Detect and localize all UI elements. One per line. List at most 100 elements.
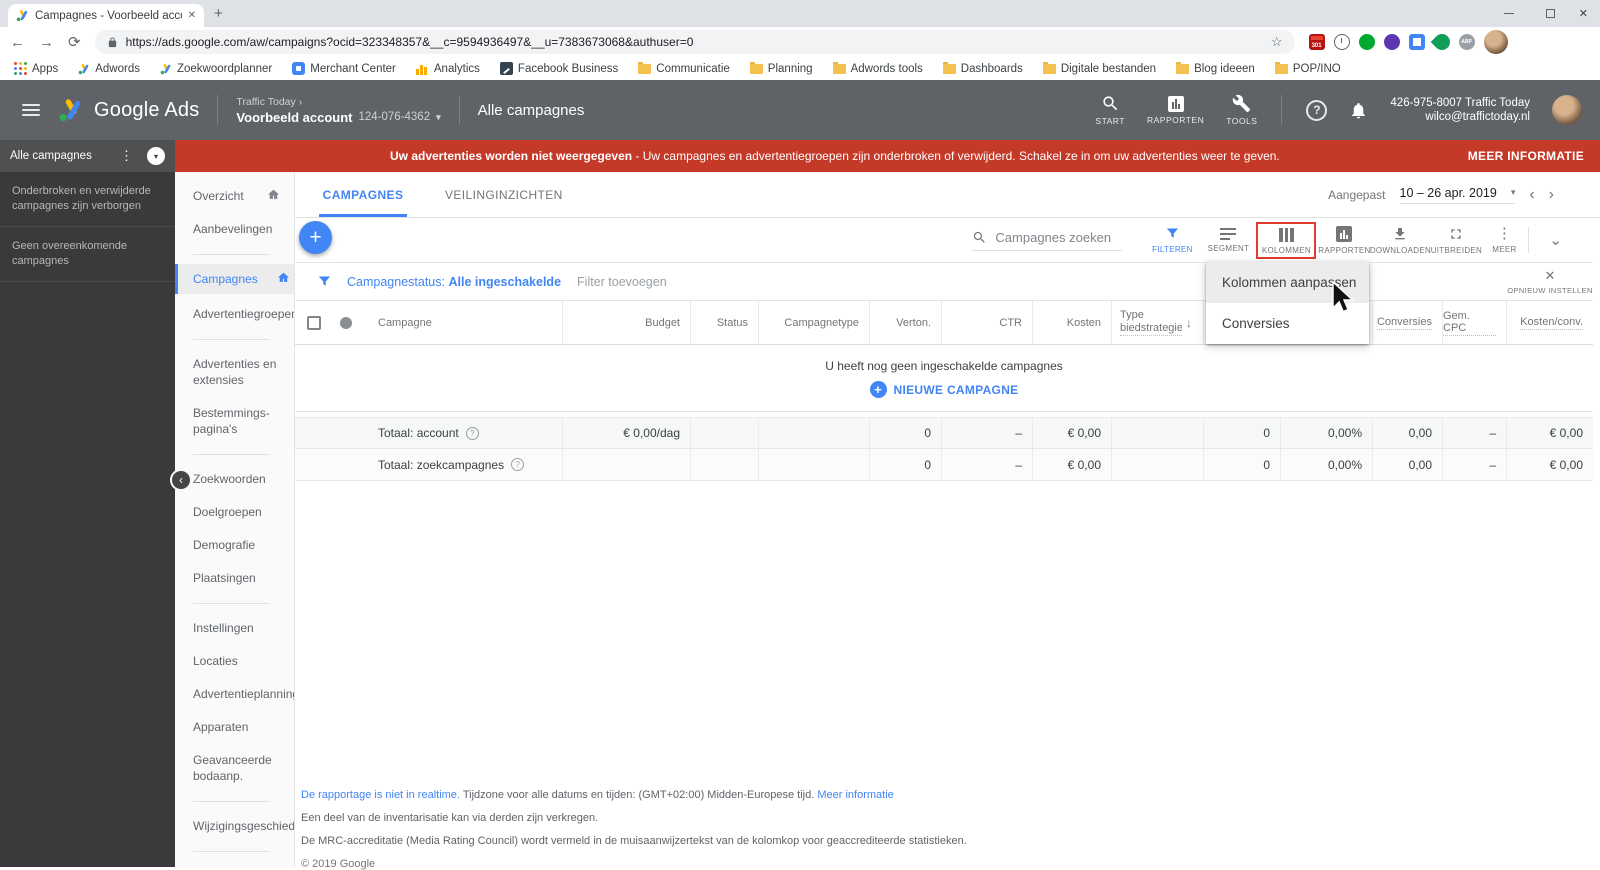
sidebar-item-zoekwoorden[interactable]: Zoekwoorden [193,471,288,487]
add-filter-button[interactable]: Filter toevoegen [577,275,667,289]
header-kosten[interactable]: Kosten [1032,301,1111,344]
notifications-bell-icon[interactable] [1349,101,1368,120]
bookmark-analytics[interactable]: Analytics [415,62,480,75]
sidebar-item-wijzigingsgeschiedenis[interactable]: Wijzigingsgeschieden [193,818,294,834]
purple-extension-icon[interactable] [1383,34,1400,50]
header-vertoningen[interactable]: Verton. [869,301,941,344]
sidebar-item-bestemmingspaginas[interactable]: Bestemmings-pagina's [193,405,288,437]
header-kosten-conv[interactable]: Kosten/conv. [1506,301,1593,344]
hamburger-menu-icon[interactable] [22,104,40,116]
date-next-icon[interactable]: › [1549,186,1554,204]
panel-more-icon[interactable]: ⋮ [120,148,133,164]
adblock-extension-icon[interactable]: ABP [1458,34,1475,50]
user-avatar[interactable] [1552,95,1582,125]
meer-informatie-footer-link[interactable]: Meer informatie [817,789,893,801]
segment-button[interactable]: SEGMENT [1200,227,1256,253]
account-breadcrumb[interactable]: Traffic Today › Voorbeeld account 124-07… [236,96,440,125]
help-icon[interactable]: ? [1306,99,1328,121]
help-icon[interactable]: ? [465,426,479,440]
tab-close-icon[interactable]: ✕ [188,10,196,21]
bookmark-merchant-center[interactable]: Merchant Center [292,62,396,75]
reset-label[interactable]: OPNIEUW INSTELLEN [1507,286,1593,295]
select-all-checkbox[interactable] [306,315,321,330]
realtime-link[interactable]: De rapportage is niet in realtime. [301,789,460,801]
back-icon[interactable]: ← [10,34,25,51]
uitbreiden-button[interactable]: UITBREIDEN [1428,226,1484,255]
sidebar-item-doelgroepen[interactable]: Doelgroepen [193,504,288,520]
url-text[interactable]: https://ads.google.com/aw/campaigns?ocid… [126,35,1263,49]
bookmark-communicatie[interactable]: Communicatie [638,61,730,75]
header-budget[interactable]: Budget [562,301,690,344]
rapporten-button[interactable]: RAPPORTEN [1147,95,1204,125]
sidebar-item-advertentieplanning[interactable]: Advertentieplanning [193,686,294,702]
help-icon[interactable]: ? [511,458,525,471]
tools-button[interactable]: TOOLS [1226,94,1257,126]
sidebar-item-overzicht[interactable]: Overzicht [193,188,288,204]
search-input[interactable] [995,229,1116,245]
select-all-cell[interactable] [295,301,332,344]
bookmark-pop-ino[interactable]: POP/INO [1274,61,1341,75]
panel-collapse-icon[interactable]: ▾ [147,147,165,165]
bookmark-blog-ideeen[interactable]: Blog ideeen [1176,61,1255,75]
bookmark-adwords-tools[interactable]: Adwords tools [832,61,923,75]
bookmark-zoekwoordplanner[interactable]: Zoekwoordplanner [160,63,272,75]
close-filter-icon[interactable]: ✕ [1507,268,1593,284]
sidebar-item-campagnes[interactable]: Campagnes [175,264,294,294]
new-tab-button[interactable]: + [214,5,223,22]
history-clock-icon[interactable] [1333,34,1350,50]
campaign-search[interactable] [972,229,1123,251]
campaign-status-filter[interactable]: Campagnestatus: Alle ingeschakelde [347,275,561,289]
sidebar-item-locaties[interactable]: Locaties [193,653,288,669]
sidebar-item-geavanceerde-bodaanp[interactable]: Geavanceerde bodaanp. [193,752,288,784]
blue-extension-icon[interactable] [1408,34,1425,50]
start-search-button[interactable]: START [1095,94,1125,126]
header-conversies[interactable]: Conversies [1372,301,1442,344]
date-prev-icon[interactable]: ‹ [1529,186,1534,204]
bookmark-star-icon[interactable]: ☆ [1271,34,1283,50]
sidebar-item-instellingen[interactable]: Instellingen [193,620,288,636]
meer-button[interactable]: ⋮ MEER [1484,226,1524,254]
header-ctr[interactable]: CTR [941,301,1032,344]
browser-tab[interactable]: Campagnes - Voorbeeld account ✕ [8,4,204,27]
meer-informatie-link[interactable]: MEER INFORMATIE [1468,149,1584,163]
bookmark-digitale-bestanden[interactable]: Digitale bestanden [1042,61,1156,75]
sidebar-item-advertentiegroepen[interactable]: Advertentiegroepen [193,306,294,322]
collapse-stats-icon[interactable]: ⌄ [1549,231,1562,249]
bookmark-adwords[interactable]: Adwords [78,63,140,75]
new-campaign-fab[interactable]: + [299,221,332,254]
tab-veilinginzichten[interactable]: VEILINGINZICHTEN [445,188,563,202]
header-campagne[interactable]: Campagne [360,301,562,344]
header-gem-cpc[interactable]: Gem. CPC [1442,301,1506,344]
sidebar-collapse-button[interactable]: ‹ [170,469,192,491]
green-drop-extension-icon[interactable] [1430,30,1453,54]
downloaden-button[interactable]: DOWNLOADEN [1370,226,1431,255]
forward-icon[interactable]: → [39,34,54,51]
new-campaign-button[interactable]: + NIEUWE CAMPAGNE [869,381,1019,398]
header-status[interactable]: Status [690,301,758,344]
sidebar-item-aanbevelingen[interactable]: Aanbevelingen [193,221,288,237]
evernote-extension-icon[interactable] [1358,34,1375,50]
browser-profile-avatar[interactable] [1483,30,1508,54]
bookmark-facebook-business[interactable]: Facebook Business [499,62,618,75]
date-caret-icon[interactable]: ▾ [1511,187,1516,198]
header-campagnetype[interactable]: Campagnetype [758,301,869,344]
tab-campagnes[interactable]: CAMPAGNES [319,188,407,202]
seo-extension-icon[interactable]: 301 [1308,34,1325,50]
bookmark-dashboards[interactable]: Dashboards [942,61,1023,75]
sidebar-item-demografie[interactable]: Demografie [193,537,288,553]
kolommen-button[interactable]: KOLOMMEN [1258,227,1314,255]
bookmark-planning[interactable]: Planning [749,61,813,75]
window-close-button[interactable]: ✕ [1579,0,1588,27]
sidebar-item-plaatsingen[interactable]: Plaatsingen [193,570,288,586]
sidebar-item-apparaten[interactable]: Apparaten [193,719,288,735]
rapporten-toolbar-button[interactable]: RAPPORTEN [1316,225,1372,255]
filteren-button[interactable]: FILTEREN [1144,226,1200,254]
header-type-biedstrategie[interactable]: Type biedstrategie ↓ [1111,301,1203,344]
address-bar[interactable]: https://ads.google.com/aw/campaigns?ocid… [94,30,1295,54]
date-range-picker[interactable]: Aangepast 10 – 26 apr. 2019 ▾ ‹ › [1328,186,1600,204]
bookmark-apps[interactable]: Apps [14,62,58,75]
sidebar-item-advertenties-en-extensies[interactable]: Advertenties en extensies [193,356,288,388]
account-caret-icon[interactable]: ▾ [436,112,441,123]
window-minimize-button[interactable] [1504,0,1514,27]
window-restore-button[interactable] [1546,0,1555,27]
